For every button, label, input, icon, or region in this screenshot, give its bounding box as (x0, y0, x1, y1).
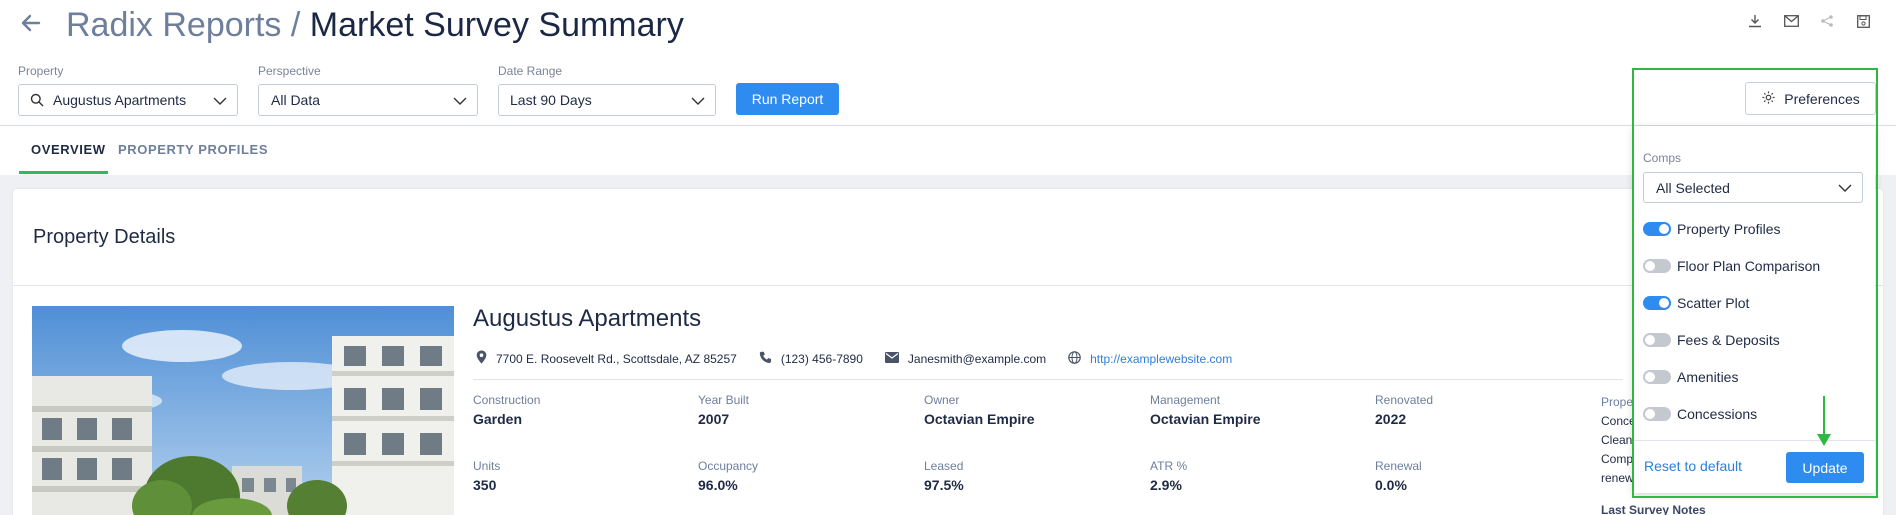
field-label: Owner (924, 393, 960, 407)
field-value: Octavian Empire (924, 411, 1035, 427)
website-item: http://examplewebsite.com (1068, 350, 1232, 367)
breadcrumb-current: Market Survey Summary (309, 6, 684, 44)
field-value: 97.5% (924, 477, 964, 493)
side-line: renew (1601, 471, 1634, 485)
chevron-down-icon (453, 94, 467, 108)
field-renovated: Renovated 2022 (1375, 393, 1433, 427)
mail-icon[interactable] (1782, 12, 1800, 30)
contact-row: 7700 E. Roosevelt Rd., Scottsdale, AZ 85… (476, 350, 1254, 367)
chevron-down-icon (213, 94, 227, 108)
field-label: Units (473, 459, 501, 473)
highlight-annotation-box (1632, 68, 1878, 498)
field-value: 350 (473, 477, 497, 493)
tab-overview[interactable]: OVERVIEW (31, 142, 106, 157)
phone-text: (123) 456-7890 (780, 351, 863, 366)
run-report-button[interactable]: Run Report (736, 83, 839, 115)
field-label: Renewal (1375, 459, 1422, 473)
field-label: Leased (924, 459, 964, 473)
perspective-select-value: All Data (271, 92, 321, 108)
last-survey-notes-label: Last Survey Notes (1601, 503, 1706, 515)
property-name: Augustus Apartments (473, 305, 702, 332)
property-side-column: Prope Conce Clean Comp renew (1601, 393, 1636, 488)
field-label: Occupancy (698, 459, 759, 473)
save-icon[interactable] (1854, 12, 1872, 30)
field-label: ATR % (1150, 459, 1188, 473)
date-range-select[interactable]: Last 90 Days (498, 84, 716, 116)
field-renewal: Renewal 0.0% (1375, 459, 1422, 493)
email-item: Janesmith@example.com (884, 351, 1046, 366)
perspective-filter: Perspective All Data (258, 64, 478, 116)
side-line: Comp (1601, 452, 1634, 466)
date-range-filter: Date Range Last 90 Days (498, 64, 716, 116)
email-text[interactable]: Janesmith@example.com (908, 352, 1046, 366)
info-divider (473, 379, 1623, 380)
back-arrow-icon[interactable] (18, 10, 44, 36)
breadcrumb-separator: / (290, 6, 301, 44)
share-icon[interactable] (1818, 12, 1836, 30)
property-filter-label: Property (18, 64, 64, 78)
field-value: 2007 (698, 411, 730, 427)
field-value: Octavian Empire (1150, 411, 1261, 427)
property-select-value: Augustus Apartments (53, 92, 187, 108)
address-item: 7700 E. Roosevelt Rd., Scottsdale, AZ 85… (476, 350, 737, 367)
property-select[interactable]: Augustus Apartments (18, 84, 238, 116)
field-management: Management Octavian Empire (1150, 393, 1261, 427)
field-label: Year Built (698, 393, 749, 407)
field-construction: Construction Garden (473, 393, 540, 427)
website-link[interactable]: http://examplewebsite.com (1090, 352, 1232, 366)
field-label: Management (1150, 393, 1221, 407)
side-column-label: Prope (1601, 395, 1634, 409)
phone-item: (123) 456-7890 (759, 351, 863, 367)
property-photo (32, 306, 454, 515)
search-icon (30, 93, 44, 110)
field-value: 0.0% (1375, 477, 1407, 493)
field-value: Garden (473, 411, 523, 427)
card-divider (13, 285, 1883, 286)
page-header: Radix Reports / Market Survey Summary (0, 0, 1896, 50)
header-actions (1746, 12, 1872, 30)
field-units: Units 350 (473, 459, 500, 493)
field-label: Construction (473, 393, 541, 407)
address-text: 7700 E. Roosevelt Rd., Scottsdale, AZ 85… (496, 351, 737, 366)
field-year-built: Year Built 2007 (698, 393, 749, 427)
field-leased: Leased 97.5% (924, 459, 964, 493)
map-pin-icon (476, 350, 487, 367)
section-title: Property Details (33, 226, 176, 248)
tabs-divider (0, 125, 1896, 126)
field-occupancy: Occupancy 96.0% (698, 459, 758, 493)
breadcrumb-parent[interactable]: Radix Reports (66, 6, 281, 44)
chevron-down-icon (691, 94, 705, 108)
side-line: Conce (1601, 414, 1636, 428)
date-range-filter-label: Date Range (498, 64, 563, 78)
download-icon[interactable] (1746, 12, 1764, 30)
field-atr: ATR % 2.9% (1150, 459, 1187, 493)
field-owner: Owner Octavian Empire (924, 393, 1035, 427)
annotation-arrow-icon (1814, 394, 1834, 450)
field-value: 2022 (1375, 411, 1407, 427)
active-tab-indicator (19, 171, 108, 174)
side-line: Clean (1601, 433, 1633, 447)
mail-icon (884, 351, 899, 366)
perspective-select[interactable]: All Data (258, 84, 478, 116)
phone-icon (759, 351, 772, 367)
tab-property-profiles[interactable]: PROPERTY PROFILES (118, 142, 268, 157)
field-label: Renovated (1375, 393, 1434, 407)
page-title: Radix Reports / Market Survey Summary (66, 3, 684, 47)
field-value: 96.0% (698, 477, 738, 493)
date-range-select-value: Last 90 Days (510, 92, 592, 108)
globe-icon (1068, 350, 1081, 367)
property-filter: Property Augustus Apartments (18, 64, 238, 116)
perspective-filter-label: Perspective (258, 64, 321, 78)
field-value: 2.9% (1150, 477, 1182, 493)
